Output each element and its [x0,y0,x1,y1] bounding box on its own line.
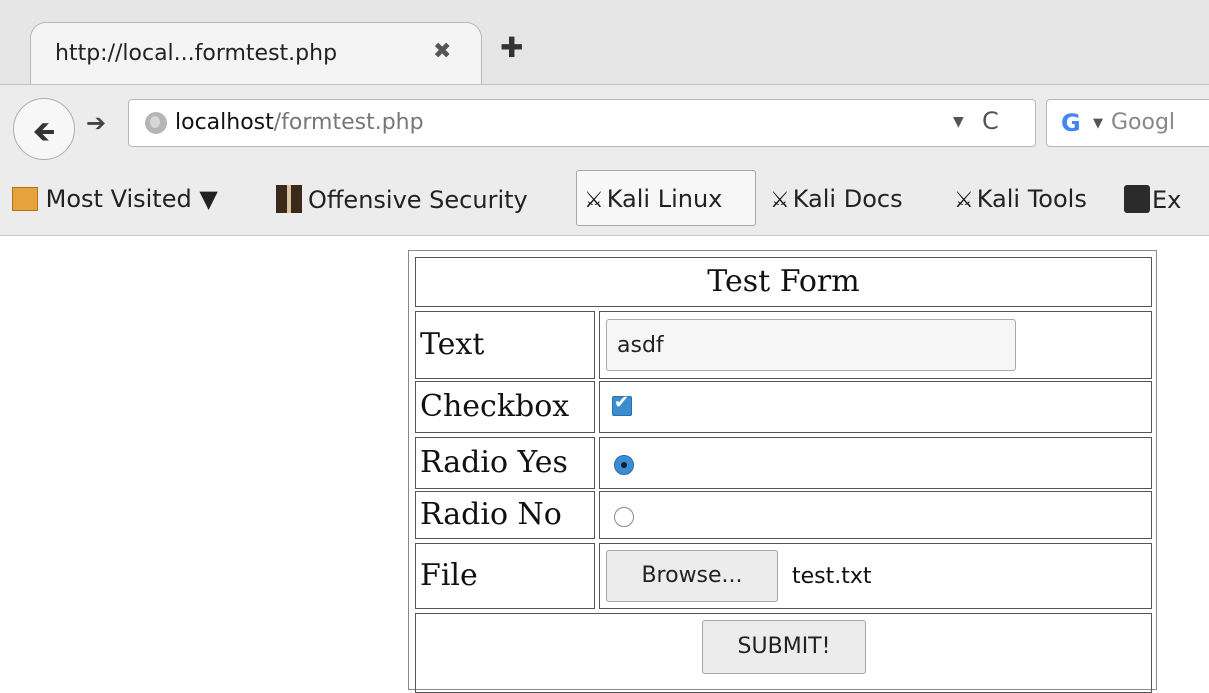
new-tab-icon[interactable]: ✚ [500,34,523,62]
bookmark-offensive-security[interactable]: Offensive Security [276,185,528,214]
exploit-db-icon [1124,185,1150,213]
radio-yes-label: Radio Yes [415,437,595,489]
bookmark-label: Most Visited ▼ [45,185,218,213]
kali-dragon-icon: ⚔ [954,188,974,213]
radio-no-cell [599,491,1152,539]
text-input[interactable]: asdf [606,319,1016,371]
search-engine-dropdown-icon[interactable]: ▼ [1093,116,1103,131]
globe-icon [145,112,167,134]
navigation-toolbar: 🡸 ➔ localhost/formtest.php ▼ C G ▼ Googl [0,85,1209,167]
url-bar[interactable]: localhost/formtest.php ▼ C [128,99,1036,147]
file-label: File [415,543,595,609]
url-host: localhost [175,110,274,135]
url-history-dropdown-icon[interactable]: ▼ [953,114,964,130]
close-tab-icon[interactable]: ✖ [433,39,451,64]
bookmark-kali-linux[interactable]: ⚔ Kali Linux [584,185,722,213]
back-button[interactable]: 🡸 [13,98,75,160]
bookmark-label: Offensive Security [308,186,528,214]
radio-yes-cell [599,437,1152,489]
back-arrow-icon: 🡸 [32,115,56,148]
browser-tab[interactable]: http://local...formtest.php ✖ [30,22,482,84]
radio-no[interactable] [614,507,634,527]
text-label: Text [415,311,595,379]
test-form-table: Test Form Text asdf Checkbox ✔ Radio Yes… [408,250,1157,693]
bookmark-label: Kali Docs [792,185,903,213]
checkbox-label: Checkbox [415,381,595,433]
url-text[interactable]: localhost/formtest.php [175,110,424,135]
bookmark-label: Kali Linux [606,185,723,213]
form-title: Test Form [415,257,1152,307]
checkbox-cell: ✔ [599,381,1152,433]
bookmark-kali-docs[interactable]: ⚔ Kali Docs [770,185,903,213]
bookmark-label: Kali Tools [976,185,1087,213]
radio-no-label: Radio No [415,491,595,539]
bookmark-kali-tools[interactable]: ⚔ Kali Tools [954,185,1087,213]
tab-title: http://local...formtest.php [55,41,338,66]
checkbox[interactable]: ✔ [612,392,632,416]
search-placeholder: Googl [1111,110,1176,135]
bookmarks-toolbar: Most Visited ▼ Offensive Security ⚔ Kali … [0,167,1209,236]
folder-icon [12,187,38,211]
tab-strip: http://local...formtest.php ✖ ✚ [0,0,1209,85]
submit-button[interactable]: SUBMIT! [702,620,866,674]
kali-dragon-icon: ⚔ [584,188,604,213]
forward-button[interactable]: ➔ [86,109,106,137]
bookmark-label: Ex [1152,186,1182,214]
browse-button[interactable]: Browse... [606,550,778,602]
google-icon[interactable]: G [1061,109,1081,137]
file-name: test.txt [792,564,872,589]
checkmark-icon: ✔ [614,392,630,413]
submit-cell: SUBMIT! [415,613,1152,693]
kali-dragon-icon: ⚔ [770,188,790,213]
reload-icon[interactable]: C [982,107,999,135]
url-path: /formtest.php [273,110,424,135]
radio-yes[interactable] [614,455,634,475]
bookmark-exploit-db[interactable]: Ex [1124,185,1181,214]
text-input-cell: asdf [599,311,1152,379]
file-cell: Browse... test.txt [599,543,1152,609]
bookmark-most-visited[interactable]: Most Visited ▼ [12,185,218,213]
search-bar[interactable]: G ▼ Googl [1046,99,1209,147]
offensive-security-icon [276,185,302,213]
